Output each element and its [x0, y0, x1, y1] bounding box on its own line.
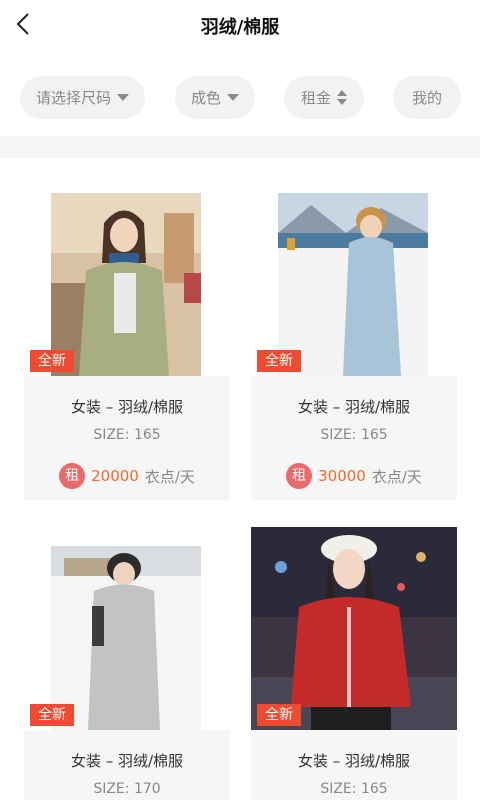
- product-size: SIZE: 165: [93, 427, 161, 443]
- product-price: 30000: [318, 467, 366, 485]
- rent-sort-label: 租金: [300, 89, 331, 107]
- new-badge: 全新: [30, 350, 74, 372]
- section-divider: [0, 136, 480, 158]
- size-filter-label: 请选择尺码: [35, 89, 111, 107]
- product-info: 女装 – 羽绒/棉服 SIZE: 165 租 20000 衣点/天: [24, 376, 230, 500]
- product-info: 女装 – 羽绒/棉服 SIZE: 165: [251, 730, 457, 800]
- product-name: 女装 – 羽绒/棉服: [70, 752, 184, 770]
- product-name: 女装 – 羽绒/棉服: [70, 398, 184, 416]
- top-bar: 羽绒/棉服: [0, 0, 480, 52]
- new-badge: 全新: [30, 704, 74, 726]
- product-name: 女装 – 羽绒/棉服: [297, 752, 411, 770]
- product-image: [24, 193, 230, 376]
- product-price: 20000: [91, 467, 139, 485]
- product-size: SIZE: 165: [320, 427, 388, 443]
- price-unit: 衣点/天: [371, 467, 422, 486]
- product-name: 女装 – 羽绒/棉服: [297, 398, 411, 416]
- product-image: [251, 527, 457, 730]
- sort-arrows-icon: [337, 90, 347, 105]
- product-info: 女装 – 羽绒/棉服 SIZE: 170: [24, 730, 230, 800]
- filter-bar: 请选择尺码 成色 租金 我的: [0, 76, 480, 120]
- product-size: SIZE: 170: [93, 781, 161, 797]
- size-filter[interactable]: 请选择尺码: [20, 76, 145, 119]
- product-image: [251, 193, 457, 376]
- rent-tag: 租: [59, 463, 86, 489]
- dropdown-arrow-icon: [117, 94, 129, 101]
- product-info: 女装 – 羽绒/棉服 SIZE: 165 租 30000 衣点/天: [251, 376, 457, 500]
- dropdown-arrow-icon: [227, 94, 239, 101]
- mine-filter-label: 我的: [411, 89, 442, 107]
- product-image: [24, 546, 230, 730]
- price-row: 租 20000 衣点/天: [24, 463, 230, 489]
- condition-filter-label: 成色: [190, 89, 221, 107]
- price-unit: 衣点/天: [144, 467, 195, 486]
- mine-filter[interactable]: 我的: [393, 76, 461, 119]
- product-size: SIZE: 165: [320, 781, 388, 797]
- new-badge: 全新: [257, 704, 301, 726]
- rent-tag: 租: [286, 463, 313, 489]
- new-badge: 全新: [257, 350, 301, 372]
- page-title: 羽绒/棉服: [200, 17, 280, 38]
- price-row: 租 30000 衣点/天: [251, 463, 457, 489]
- condition-filter[interactable]: 成色: [175, 76, 255, 119]
- rent-sort[interactable]: 租金: [284, 76, 364, 119]
